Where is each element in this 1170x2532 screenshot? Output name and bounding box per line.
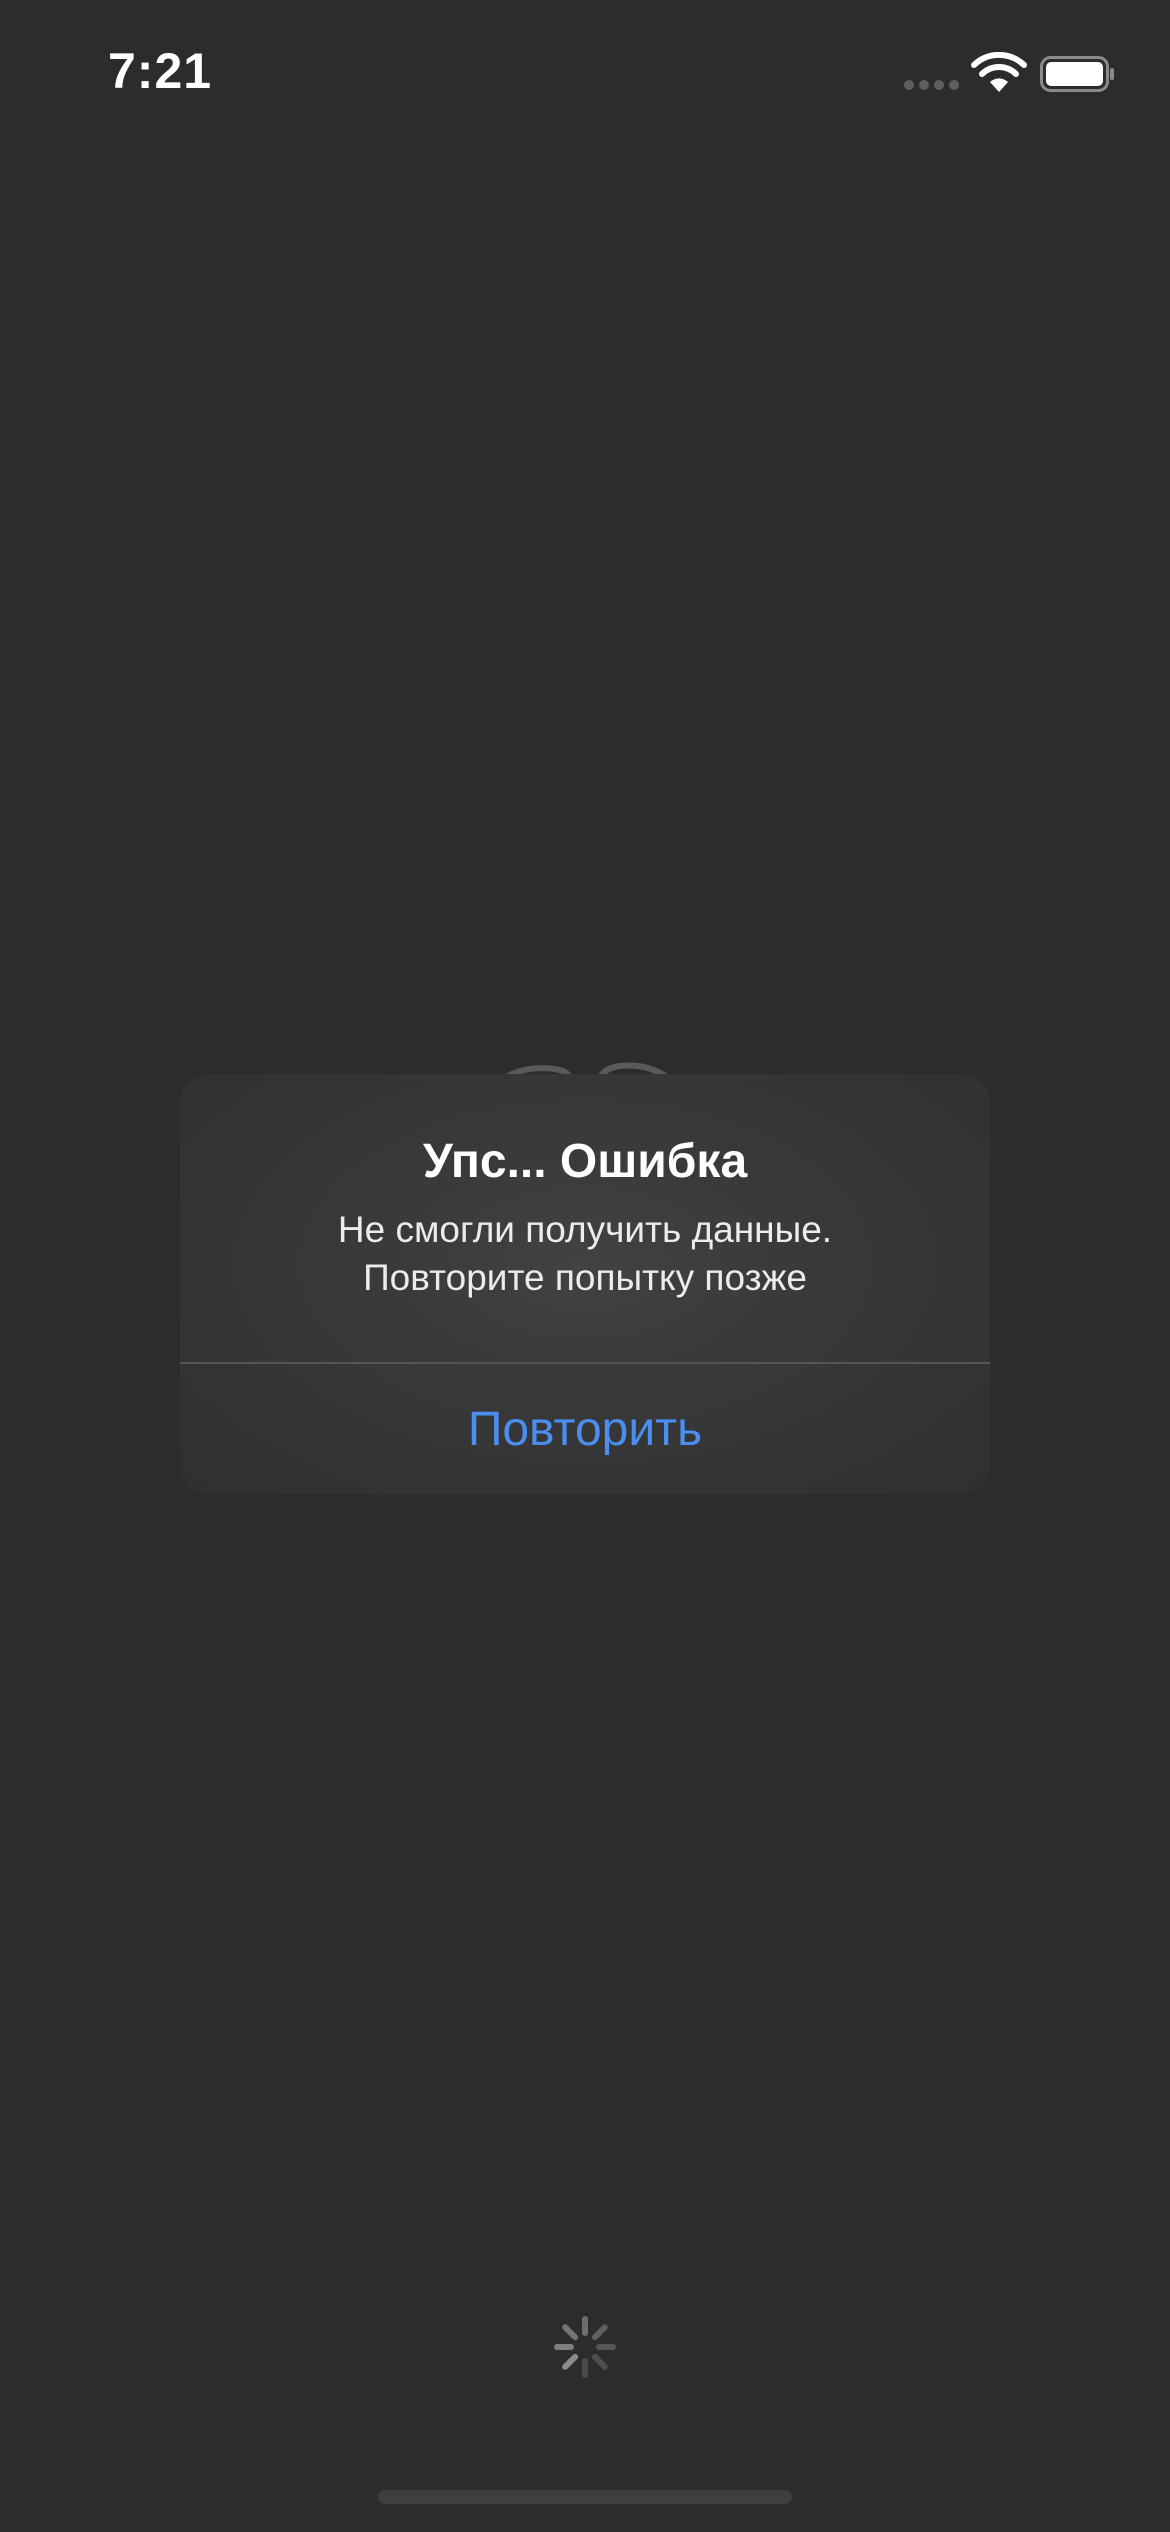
app-screen: 7:21 Упс... Ошибка Не смогли получить да… [0, 0, 1170, 2532]
retry-button[interactable]: Повторить [180, 1364, 990, 1494]
status-time: 7:21 [108, 43, 213, 99]
cellular-signal-icon [904, 80, 960, 92]
status-bar: 7:21 [0, 0, 1170, 140]
wifi-icon [971, 52, 1027, 92]
alert-message: Не смогли получить данные. Повторите поп… [180, 1206, 990, 1302]
alert-message-line: Не смогли получить данные. [337, 1209, 833, 1250]
home-indicator[interactable] [378, 2490, 792, 2504]
error-alert: Упс... Ошибка Не смогли получить данные.… [180, 1074, 990, 1494]
alert-message-line: Повторите попытку позже [363, 1257, 807, 1298]
alert-title: Упс... Ошибка [422, 1135, 748, 1188]
activity-spinner-icon [554, 2316, 616, 2378]
battery-full-icon [1040, 56, 1114, 92]
